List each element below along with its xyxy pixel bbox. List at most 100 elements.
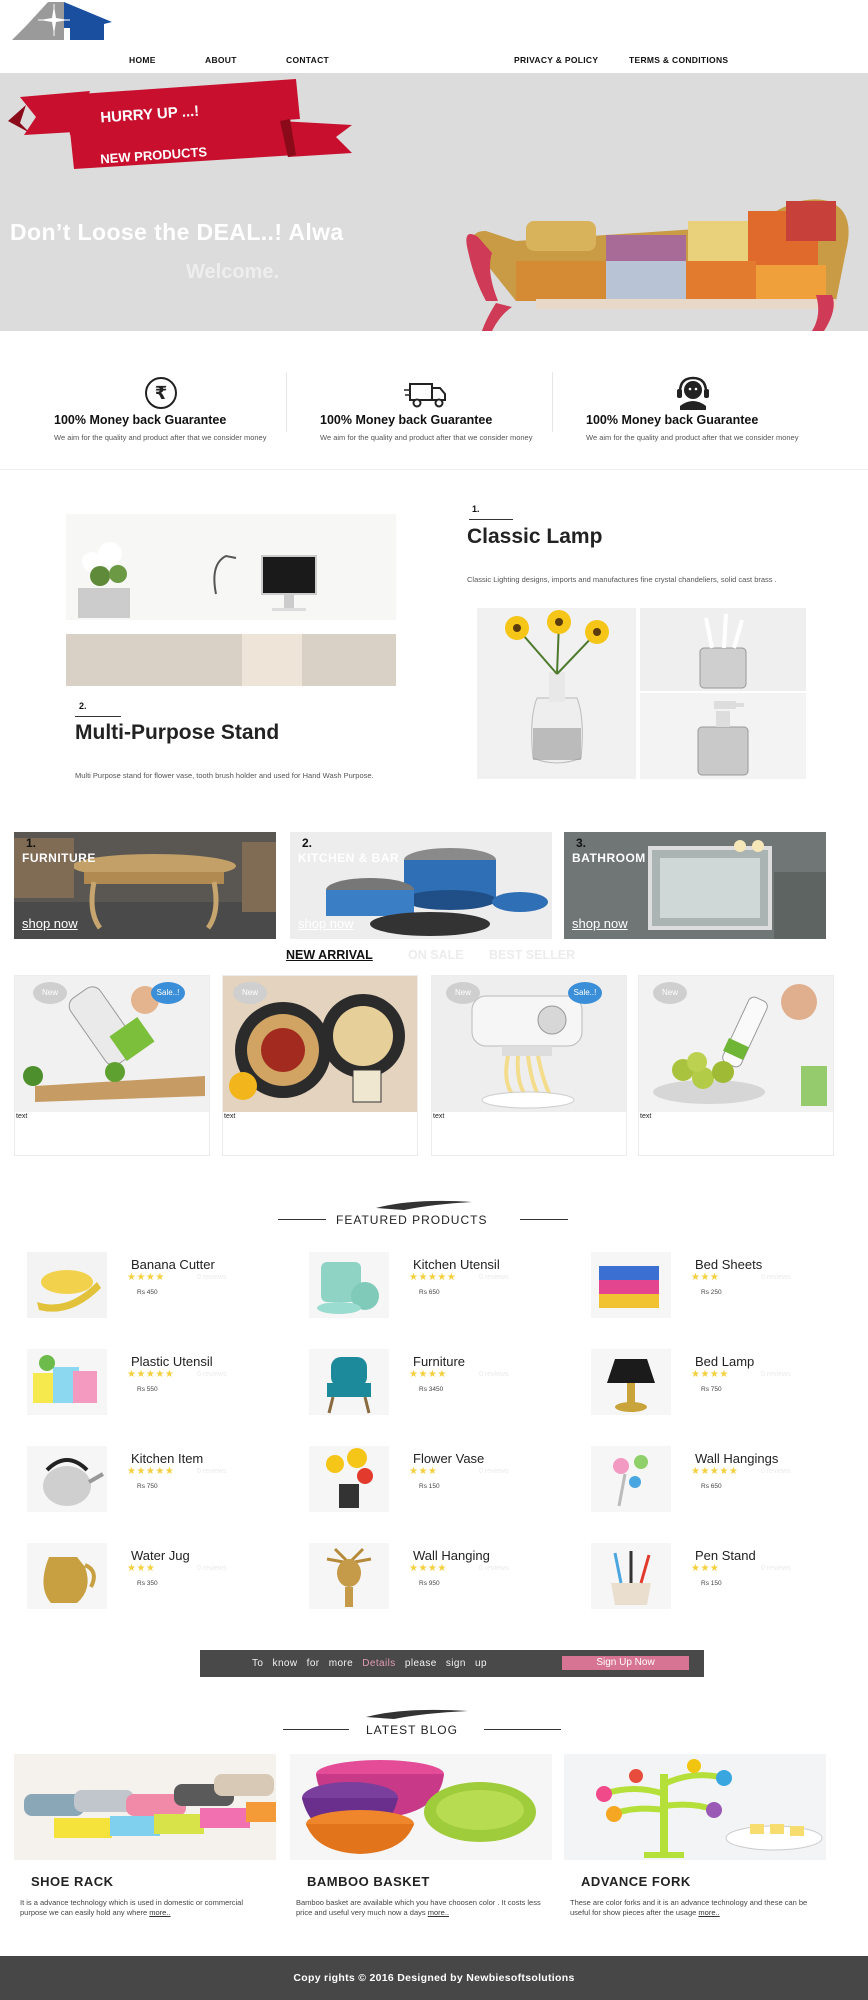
feature-desc: We aim for the quality and product after… bbox=[54, 433, 267, 442]
featured-product-kitchen-item[interactable]: Kitchen Item ★★★★★ 0 reviews Rs 750 bbox=[27, 1446, 297, 1526]
product-thumbnail[interactable] bbox=[309, 1446, 389, 1512]
arrival-card[interactable]: New Sale..! text bbox=[14, 975, 210, 1156]
featured-product-flower-vase[interactable]: Flower Vase ★★★ 0 reviews Rs 150 bbox=[309, 1446, 579, 1526]
featured-product-wall-hanging[interactable]: Wall Hanging ★★★★ 0 reviews Rs 950 bbox=[309, 1543, 579, 1623]
product-name[interactable]: Bed Sheets bbox=[695, 1257, 762, 1272]
review-count: 0 reviews bbox=[479, 1565, 509, 1572]
desk-image[interactable] bbox=[66, 514, 396, 686]
new-badge: New bbox=[446, 982, 480, 1004]
arrival-card[interactable]: New text bbox=[638, 975, 834, 1156]
product-text: text bbox=[433, 1113, 445, 1120]
blog-card-advance-fork[interactable]: ADVANCE FORK These are color forks and i… bbox=[564, 1754, 826, 1924]
product-thumbnail[interactable] bbox=[309, 1543, 389, 1609]
product-thumbnail[interactable] bbox=[27, 1252, 107, 1318]
category-title: BATHROOM bbox=[572, 851, 646, 865]
product-name[interactable]: Plastic Utensil bbox=[131, 1354, 213, 1369]
review-count: 0 reviews bbox=[761, 1565, 791, 1572]
signup-bar: To know for more Details please sign up … bbox=[200, 1650, 704, 1677]
product-thumbnail[interactable] bbox=[27, 1446, 107, 1512]
product-name[interactable]: Water Jug bbox=[131, 1548, 190, 1563]
product-thumbnail[interactable] bbox=[591, 1446, 671, 1512]
soap-dispenser-image[interactable] bbox=[640, 693, 806, 779]
tab-new-arrival[interactable]: NEW ARRIVAL bbox=[286, 948, 373, 962]
section-title-line bbox=[283, 1729, 349, 1730]
product-price: Rs 550 bbox=[137, 1386, 158, 1393]
product-thumbnail[interactable] bbox=[309, 1252, 389, 1318]
product-price: Rs 150 bbox=[419, 1483, 440, 1490]
featured-product-plastic-utensil[interactable]: Plastic Utensil ★★★★★ 0 reviews Rs 550 bbox=[27, 1349, 297, 1429]
rating-stars-icon: ★★★★★ bbox=[127, 1369, 175, 1380]
read-more-link[interactable]: more.. bbox=[428, 1908, 449, 1917]
featured-product-kitchen-utensil[interactable]: Kitchen Utensil ★★★★★ 0 reviews Rs 650 bbox=[309, 1252, 579, 1332]
rating-stars-icon: ★★★★ bbox=[127, 1272, 165, 1283]
product-name[interactable]: Kitchen Utensil bbox=[413, 1257, 500, 1272]
blog-card-shoe-rack[interactable]: SHOE RACK It is a advance technology whi… bbox=[14, 1754, 276, 1924]
product-price: Rs 950 bbox=[419, 1580, 440, 1587]
showcase-number: 1. bbox=[472, 504, 480, 514]
nav-privacy-policy[interactable]: PRIVACY & POLICY bbox=[514, 55, 598, 65]
product-name[interactable]: Flower Vase bbox=[413, 1451, 484, 1466]
product-thumbnail[interactable] bbox=[591, 1252, 671, 1318]
shop-now-link[interactable]: shop now bbox=[572, 916, 628, 931]
ornament-icon bbox=[366, 1709, 468, 1719]
rating-stars-icon: ★★★★★ bbox=[127, 1466, 175, 1477]
product-text: text bbox=[16, 1113, 28, 1120]
read-more-link[interactable]: more.. bbox=[149, 1908, 170, 1917]
rating-stars-icon: ★★★ bbox=[409, 1466, 438, 1477]
nav-terms-conditions[interactable]: TERMS & CONDITIONS bbox=[629, 55, 728, 65]
featured-product-bed-sheets[interactable]: Bed Sheets ★★★ 0 reviews Rs 250 bbox=[591, 1252, 861, 1332]
sign-up-now-button[interactable]: Sign Up Now bbox=[562, 1656, 689, 1670]
flower-vase-image[interactable] bbox=[477, 608, 636, 779]
category-kitchen-bar[interactable]: 2. KITCHEN & BAR shop now bbox=[290, 832, 552, 939]
feature-money-back-2: 100% Money back Guarantee We aim for the… bbox=[320, 372, 580, 472]
blog-desc: These are color forks and it is an advan… bbox=[570, 1898, 808, 1917]
product-thumbnail[interactable] bbox=[27, 1349, 107, 1415]
featured-product-banana-cutter[interactable]: Banana Cutter ★★★★ 0 reviews Rs 450 bbox=[27, 1252, 297, 1332]
nav-home[interactable]: HOME bbox=[129, 55, 156, 65]
sale-badge: Sale..! bbox=[151, 982, 185, 1004]
brush-holder-image[interactable] bbox=[640, 608, 806, 691]
featured-product-wall-hangings[interactable]: Wall Hangings ★★★★★ 0 reviews Rs 650 bbox=[591, 1446, 861, 1526]
tab-on-sale[interactable]: ON SALE bbox=[408, 948, 464, 962]
product-name[interactable]: Wall Hanging bbox=[413, 1548, 490, 1563]
featured-product-bed-lamp[interactable]: Bed Lamp ★★★★ 0 reviews Rs 750 bbox=[591, 1349, 861, 1429]
shop-now-link[interactable]: shop now bbox=[298, 916, 354, 931]
hero-welcome: Welcome. bbox=[186, 261, 279, 283]
details-link[interactable]: Details bbox=[362, 1658, 395, 1669]
blog-image bbox=[14, 1754, 276, 1860]
featured-product-furniture[interactable]: Furniture ★★★★ 0 reviews Rs 3450 bbox=[309, 1349, 579, 1429]
feature-divider bbox=[286, 372, 287, 432]
product-thumbnail[interactable] bbox=[309, 1349, 389, 1415]
nav-contact[interactable]: CONTACT bbox=[286, 55, 329, 65]
product-name[interactable]: Pen Stand bbox=[695, 1548, 756, 1563]
category-number: 3. bbox=[576, 836, 587, 850]
nav-about[interactable]: ABOUT bbox=[205, 55, 237, 65]
signup-text: To know for more Details please sign up bbox=[252, 1658, 487, 1669]
product-name[interactable]: Kitchen Item bbox=[131, 1451, 203, 1466]
product-thumbnail[interactable] bbox=[27, 1543, 107, 1609]
product-name[interactable]: Bed Lamp bbox=[695, 1354, 754, 1369]
rating-stars-icon: ★★★ bbox=[127, 1563, 156, 1574]
arrival-card[interactable]: New Sale..! text bbox=[431, 975, 627, 1156]
blog-card-bamboo-basket[interactable]: BAMBOO BASKET Bamboo basket are availabl… bbox=[290, 1754, 552, 1924]
product-name[interactable]: Banana Cutter bbox=[131, 1257, 215, 1272]
product-name[interactable]: Wall Hangings bbox=[695, 1451, 778, 1466]
review-count: 0 reviews bbox=[761, 1468, 791, 1475]
product-thumbnail[interactable] bbox=[591, 1349, 671, 1415]
category-furniture[interactable]: 1. FURNITURE shop now bbox=[14, 832, 276, 939]
arrival-card[interactable]: New text bbox=[222, 975, 418, 1156]
showcase-number-underline bbox=[469, 519, 513, 520]
delivery-truck-icon bbox=[404, 383, 446, 408]
product-thumbnail[interactable] bbox=[591, 1543, 671, 1609]
featured-product-pen-stand[interactable]: Pen Stand ★★★ 0 reviews Rs 150 bbox=[591, 1543, 861, 1623]
category-bathroom[interactable]: 3. BATHROOM shop now bbox=[564, 832, 826, 939]
shop-now-link[interactable]: shop now bbox=[22, 916, 78, 931]
product-name[interactable]: Furniture bbox=[413, 1354, 465, 1369]
tab-best-seller[interactable]: BEST SELLER bbox=[489, 948, 575, 962]
site-logo[interactable] bbox=[8, 0, 112, 42]
featured-product-water-jug[interactable]: Water Jug ★★★ 0 reviews Rs 350 bbox=[27, 1543, 297, 1623]
read-more-link[interactable]: more.. bbox=[698, 1908, 719, 1917]
showcase-number: 2. bbox=[79, 701, 87, 711]
blog-desc: Bamboo basket are available which you ha… bbox=[296, 1898, 541, 1917]
feature-divider bbox=[552, 372, 553, 432]
